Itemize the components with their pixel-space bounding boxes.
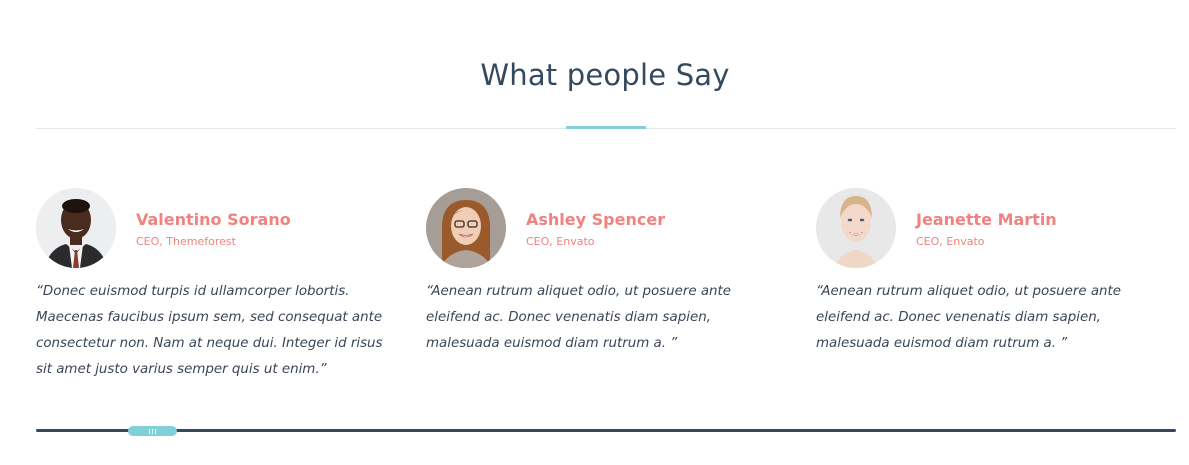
avatar	[36, 188, 116, 268]
person-name: Ashley Spencer	[526, 210, 666, 229]
carousel-scrollbar-track[interactable]	[36, 429, 1176, 432]
grip-icon	[149, 428, 150, 434]
person-name: Valentino Sorano	[136, 210, 291, 229]
person-role: CEO, Envato	[526, 235, 595, 248]
testimonial-quote: “Aenean rutrum aliquet odio, ut posuere …	[426, 284, 732, 351]
title-accent-bar	[566, 126, 646, 129]
testimonial-quote: “Aenean rutrum aliquet odio, ut posuere …	[816, 284, 1122, 351]
avatar	[426, 188, 506, 268]
person-role: CEO, Themeforest	[136, 235, 236, 248]
person-name: Jeanette Martin	[916, 210, 1057, 229]
grip-icon	[152, 428, 153, 434]
carousel-scrollbar-thumb[interactable]	[128, 426, 177, 436]
grip-icon	[155, 428, 156, 434]
testimonial-quote: “Donec euismod turpis id ullamcorper lob…	[36, 284, 383, 377]
section-title: What people Say	[480, 58, 730, 92]
avatar	[816, 188, 896, 268]
person-role: CEO, Envato	[916, 235, 985, 248]
